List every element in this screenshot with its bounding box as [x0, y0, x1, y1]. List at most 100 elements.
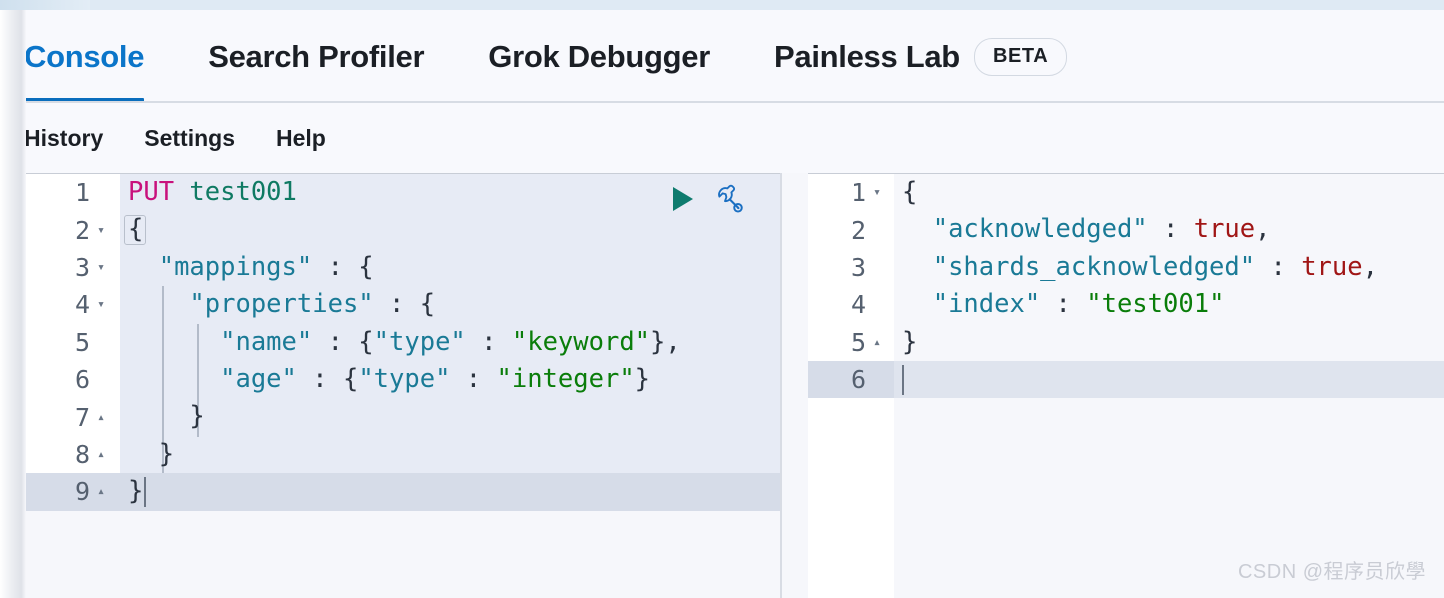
- gutter-line-active[interactable]: 9 ▴: [22, 473, 120, 511]
- brace-token: }: [128, 476, 144, 507]
- line-number: 5: [74, 327, 90, 357]
- json-boolean-token: true: [1301, 251, 1363, 282]
- fold-toggle-icon[interactable]: ▾: [90, 224, 112, 237]
- line-number: 4: [850, 290, 866, 320]
- response-code-lines[interactable]: { "acknowledged" : true, "shards_acknowl…: [894, 174, 1444, 398]
- fold-toggle-icon[interactable]: ▾: [90, 261, 112, 274]
- gutter-line[interactable]: 8 ▴: [22, 436, 120, 473]
- request-code-lines[interactable]: PUT test001 { "mappings" : { "properties…: [120, 174, 780, 511]
- brace-token: }: [128, 401, 205, 432]
- json-key-token: "type": [373, 326, 466, 357]
- colon-token: :: [1040, 289, 1087, 320]
- gutter-line[interactable]: 6: [22, 361, 120, 398]
- console-submenu: History Settings Help: [0, 103, 1444, 173]
- gutter-line[interactable]: 7 ▴: [22, 398, 120, 435]
- colon-token: : {: [373, 289, 436, 320]
- gutter-line[interactable]: 2 ▾: [22, 211, 120, 248]
- fold-toggle-icon[interactable]: ▴: [90, 411, 112, 424]
- code-line[interactable]: }: [120, 398, 780, 435]
- tab-grok-debugger[interactable]: Grok Debugger: [488, 10, 742, 103]
- gutter-line[interactable]: 5 ▴: [808, 324, 894, 361]
- code-line[interactable]: }: [894, 324, 1444, 361]
- brace-token: }: [128, 438, 175, 469]
- line-number: 5: [850, 327, 866, 357]
- primary-tab-bar: Console Search Profiler Grok Debugger Pa…: [0, 10, 1444, 103]
- colon-token: : {: [312, 326, 374, 357]
- json-key-token: "index": [932, 289, 1041, 320]
- line-number: 9: [74, 477, 90, 507]
- code-line[interactable]: "mappings" : {: [120, 249, 780, 286]
- code-line[interactable]: "properties" : {: [120, 286, 780, 323]
- tab-search-profiler[interactable]: Search Profiler: [208, 10, 456, 103]
- line-number: 2: [74, 215, 90, 245]
- json-key-token: "age": [220, 363, 297, 394]
- send-request-button[interactable]: [668, 183, 698, 218]
- code-line-active[interactable]: }: [120, 473, 780, 511]
- code-line[interactable]: "index" : "test001": [894, 286, 1444, 323]
- gutter-line[interactable]: 3: [808, 249, 894, 286]
- line-number: 8: [74, 439, 90, 469]
- line-number: 3: [850, 252, 866, 282]
- gutter-line[interactable]: 2: [808, 211, 894, 248]
- json-string-token: "test001": [1086, 289, 1225, 320]
- gutter-line[interactable]: 1 ▾: [808, 174, 894, 211]
- line-number: 1: [74, 178, 90, 208]
- json-key-token: "mappings": [158, 251, 313, 282]
- submenu-item-history[interactable]: History: [24, 125, 103, 152]
- gutter-line[interactable]: 4: [808, 286, 894, 323]
- code-line[interactable]: }: [120, 436, 780, 473]
- code-line[interactable]: {: [894, 174, 1444, 211]
- tab-list: Console Search Profiler Grok Debugger Pa…: [24, 10, 1131, 103]
- fold-toggle-icon[interactable]: ▴: [90, 448, 112, 461]
- colon-token: :: [1255, 251, 1302, 282]
- code-line-active[interactable]: [894, 361, 1444, 398]
- panel-resizer-handle[interactable]: [780, 173, 808, 598]
- code-line[interactable]: "shards_acknowledged" : true,: [894, 249, 1444, 286]
- json-key-token: "acknowledged": [932, 214, 1148, 245]
- request-editor-pane[interactable]: 1 2 ▾ 3 ▾ 4 ▾ 5 6 7 ▴ 8 ▴ 9 ▴ PUT test001 { "m…: [22, 173, 780, 598]
- gutter-line[interactable]: 5: [22, 324, 120, 361]
- code-line[interactable]: "age" : {"type" : "integer"}: [120, 361, 780, 398]
- tab-console-label: Console: [24, 38, 145, 74]
- tab-search-profiler-label: Search Profiler: [208, 38, 425, 74]
- open-documentation-button[interactable]: [712, 182, 746, 219]
- kibana-dev-tools-console: Console Search Profiler Grok Debugger Pa…: [0, 0, 1444, 598]
- tab-painless-lab[interactable]: Painless Lab BETA: [774, 10, 1099, 103]
- submenu-item-settings[interactable]: Settings: [144, 125, 235, 152]
- submenu-item-help[interactable]: Help: [276, 125, 326, 152]
- fold-toggle-icon[interactable]: ▾: [90, 298, 112, 311]
- tab-painless-lab-label: Painless Lab: [774, 38, 960, 74]
- response-gutter[interactable]: 1 ▾ 2 3 4 5 ▴ 6: [808, 174, 894, 598]
- line-number: 6: [74, 365, 90, 395]
- fold-toggle-icon[interactable]: ▾: [866, 186, 888, 199]
- response-pane[interactable]: 1 ▾ 2 3 4 5 ▴ 6 { "acknowledged" : true, "…: [808, 173, 1444, 598]
- gutter-line[interactable]: 4 ▾: [22, 286, 120, 323]
- top-chrome-band: [0, 0, 1444, 10]
- console-split-view: 1 2 ▾ 3 ▾ 4 ▾ 5 6 7 ▴ 8 ▴ 9 ▴ PUT test001 { "m…: [0, 173, 1444, 598]
- http-method-token: PUT: [128, 177, 175, 207]
- beta-badge: BETA: [973, 37, 1068, 76]
- colon-token: :: [1147, 214, 1194, 245]
- request-editor-gutter[interactable]: 1 2 ▾ 3 ▾ 4 ▾ 5 6 7 ▴ 8 ▴ 9 ▴: [22, 174, 120, 511]
- brace-token: {: [902, 177, 918, 207]
- text-caret: [144, 477, 147, 508]
- gutter-line-active[interactable]: 6: [808, 360, 894, 399]
- line-number: 4: [74, 290, 90, 320]
- gutter-line[interactable]: 1: [22, 174, 120, 211]
- colon-token: : {: [312, 251, 374, 282]
- code-line[interactable]: "acknowledged" : true,: [894, 211, 1444, 248]
- fold-toggle-icon[interactable]: ▴: [90, 485, 112, 498]
- json-string-token: "integer": [496, 363, 635, 394]
- fold-toggle-icon[interactable]: ▴: [866, 336, 888, 349]
- wrench-icon: [714, 184, 744, 217]
- code-line[interactable]: "name" : {"type" : "keyword"},: [120, 324, 780, 361]
- json-key-token: "properties": [189, 289, 374, 320]
- json-boolean-token: true: [1193, 214, 1256, 245]
- gutter-line[interactable]: 3 ▾: [22, 249, 120, 286]
- line-number: 7: [74, 402, 90, 432]
- editor-action-buttons: [668, 182, 746, 219]
- tab-console[interactable]: Console: [24, 10, 176, 103]
